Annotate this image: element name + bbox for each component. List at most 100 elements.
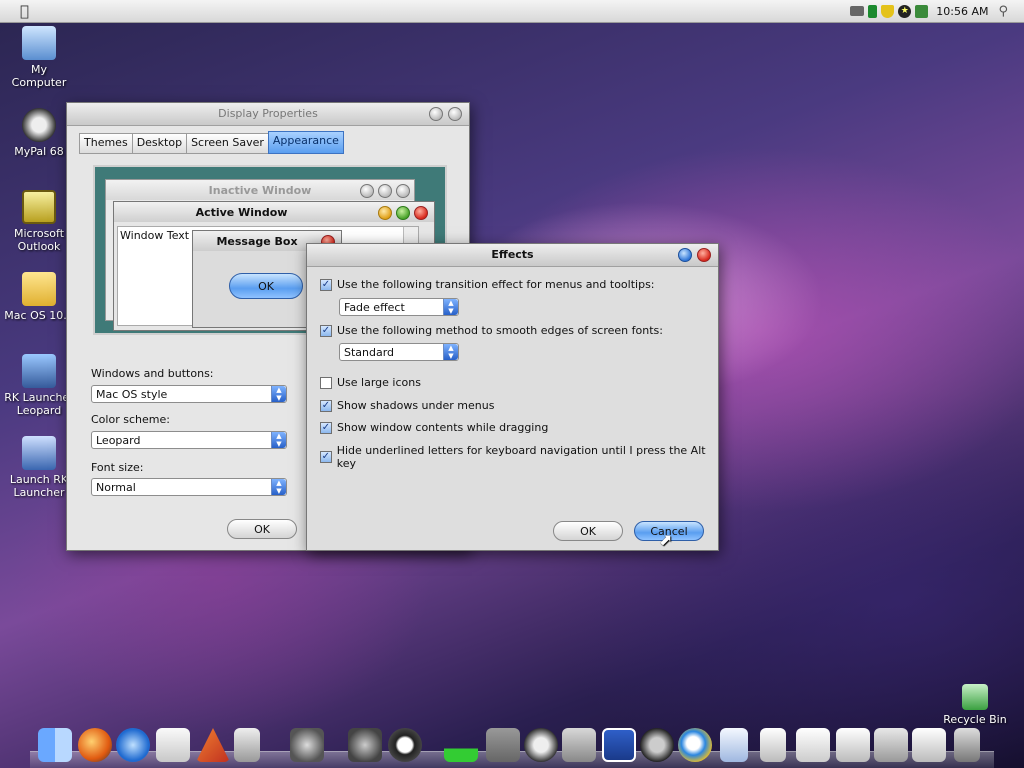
transition-value: Fade effect [344, 301, 405, 314]
tab-appearance[interactable]: Appearance [267, 131, 344, 154]
rocket-icon [22, 436, 56, 470]
tab-screen-saver[interactable]: Screen Saver [186, 133, 269, 154]
transition-label: Use the following transition effect for … [337, 278, 655, 291]
window-thumbnail-icon[interactable] [760, 728, 786, 762]
apple-menu-icon[interactable]:  [20, 2, 29, 20]
clock[interactable]: 10:56 AM [936, 5, 988, 18]
rocket-icon [22, 354, 56, 388]
transition-checkbox-row[interactable]: ✓ Use the following transition effect fo… [320, 278, 655, 291]
calculator-icon[interactable] [234, 728, 260, 762]
dropdown-arrow-icon: ▲ ▼ [271, 432, 286, 448]
desktop-icon-label: Mac OS 10.4 [4, 309, 74, 322]
preview-minimize-icon [378, 206, 392, 220]
desktop-icon-outlook[interactable]: Microsoft Outlook [4, 190, 74, 253]
tab-bar: Themes Desktop Screen Saver Appearance [79, 131, 344, 154]
desktop-icon-label: My Computer [11, 63, 67, 89]
desktop-icon-rk-launcher-leopard[interactable]: RK Launcher Leopard [4, 354, 74, 417]
shield-icon[interactable] [881, 4, 895, 18]
dropdown-arrow-icon: ▲ ▼ [443, 344, 458, 360]
color-scheme-select[interactable]: Leopard ▲ ▼ [91, 431, 287, 449]
trash-icon[interactable] [954, 728, 980, 762]
document-icon[interactable] [720, 728, 748, 762]
shadows-checkbox[interactable]: ✓ [320, 399, 332, 412]
spy-icon[interactable] [640, 728, 674, 762]
window-title: Display Properties [218, 107, 318, 120]
preview-window-text: Window Text [120, 229, 190, 242]
dropdown-arrow-icon: ▲ ▼ [271, 386, 286, 402]
media-player-icon[interactable] [116, 728, 150, 762]
effects-ok-button[interactable]: OK [553, 521, 623, 541]
help-button-icon[interactable] [678, 248, 692, 262]
dock [30, 716, 994, 768]
smooth-select[interactable]: Standard ▲ ▼ [339, 343, 459, 361]
desktop-icon-label: RK Launcher Leopard [4, 391, 74, 417]
preview-active-titlebar: Active Window [114, 202, 434, 222]
desktop-icon-launch-rk[interactable]: Launch RK Launcher [4, 436, 74, 499]
firefox-icon[interactable] [78, 728, 112, 762]
close-button-icon[interactable] [448, 107, 462, 121]
effects-dialog: Effects ✓ Use the following transition e… [306, 243, 719, 551]
shadows-checkbox-row[interactable]: ✓ Show shadows under menus [320, 399, 494, 412]
windows-buttons-select[interactable]: Mac OS style ▲ ▼ [91, 385, 287, 403]
window-thumbnail-icon[interactable] [874, 728, 908, 762]
tab-desktop[interactable]: Desktop [131, 133, 188, 154]
star-icon[interactable]: ★ [898, 4, 912, 18]
mouse-cursor-icon: ⬈ [659, 530, 673, 549]
preview-inactive-titlebar: Inactive Window [106, 180, 414, 200]
power-icon[interactable] [388, 728, 422, 762]
effects-title: Effects [491, 248, 534, 261]
window-thumbnail-icon[interactable] [912, 728, 946, 762]
preview-zoom-icon [396, 206, 410, 220]
underline-checkbox[interactable]: ✓ [320, 451, 332, 463]
shadows-label: Show shadows under menus [337, 399, 495, 412]
spotlight-search-icon[interactable]: ⚲ [998, 4, 1008, 19]
desktop-icon-label: Microsoft Outlook [13, 227, 65, 253]
font-size-value: Normal [96, 481, 136, 494]
color-scheme-value: Leopard [96, 434, 141, 447]
keyboard-icon[interactable] [850, 6, 865, 16]
window-thumbnail-icon[interactable] [796, 728, 830, 762]
display-properties-ok-button[interactable]: OK [227, 519, 297, 539]
computer-icon [22, 26, 56, 60]
drag-label: Show window contents while dragging [337, 421, 549, 434]
system-preferences-icon[interactable] [290, 728, 324, 762]
preview-dot-icon [396, 184, 410, 198]
transition-checkbox[interactable]: ✓ [320, 278, 332, 291]
desktop-icon-mypal[interactable]: MyPal 68 [4, 108, 74, 158]
network-icon[interactable] [915, 4, 929, 18]
tab-themes[interactable]: Themes [79, 133, 133, 154]
notes-icon[interactable] [156, 728, 190, 762]
color-scheme-label: Color scheme: [91, 413, 170, 426]
word-icon[interactable] [602, 728, 636, 762]
window-titlebar[interactable]: Display Properties [67, 103, 469, 126]
effects-titlebar[interactable]: Effects [307, 244, 718, 267]
dropdown-arrow-icon: ▲ ▼ [443, 299, 458, 315]
internet-explorer-icon[interactable] [678, 728, 712, 762]
drag-checkbox[interactable]: ✓ [320, 421, 332, 434]
system-settings-icon[interactable] [348, 728, 382, 762]
activity-monitor-icon[interactable] [444, 728, 478, 762]
app-store-icon[interactable] [196, 728, 230, 762]
raccoon-icon[interactable] [524, 728, 558, 762]
font-size-select[interactable]: Normal ▲ ▼ [91, 478, 287, 496]
desktop-icon-my-computer[interactable]: My Computer [4, 26, 74, 89]
transition-select[interactable]: Fade effect ▲ ▼ [339, 298, 459, 316]
smooth-checkbox-row[interactable]: ✓ Use the following method to smooth edg… [320, 324, 663, 337]
battery-icon[interactable] [868, 4, 878, 18]
smooth-checkbox[interactable]: ✓ [320, 324, 332, 337]
dropdown-arrow-icon: ▲ ▼ [271, 479, 286, 495]
underline-label: Hide underlined letters for keyboard nav… [336, 444, 706, 470]
desktop-icon-macos[interactable]: Mac OS 10.4 [4, 272, 74, 322]
help-button-icon[interactable] [429, 107, 443, 121]
large-icons-checkbox-row[interactable]: Use large icons [320, 376, 421, 389]
window-thumbnail-icon[interactable] [836, 728, 870, 762]
raccoon-icon [22, 108, 56, 142]
monitor-icon[interactable] [562, 728, 596, 762]
finder-icon[interactable] [38, 728, 72, 762]
close-button-icon[interactable] [697, 248, 711, 262]
underline-checkbox-row[interactable]: ✓ Hide underlined letters for keyboard n… [320, 444, 718, 470]
downloads-stack-icon[interactable] [486, 728, 520, 762]
preview-dot-icon [360, 184, 374, 198]
drag-checkbox-row[interactable]: ✓ Show window contents while dragging [320, 421, 548, 434]
large-icons-checkbox[interactable] [320, 376, 332, 389]
